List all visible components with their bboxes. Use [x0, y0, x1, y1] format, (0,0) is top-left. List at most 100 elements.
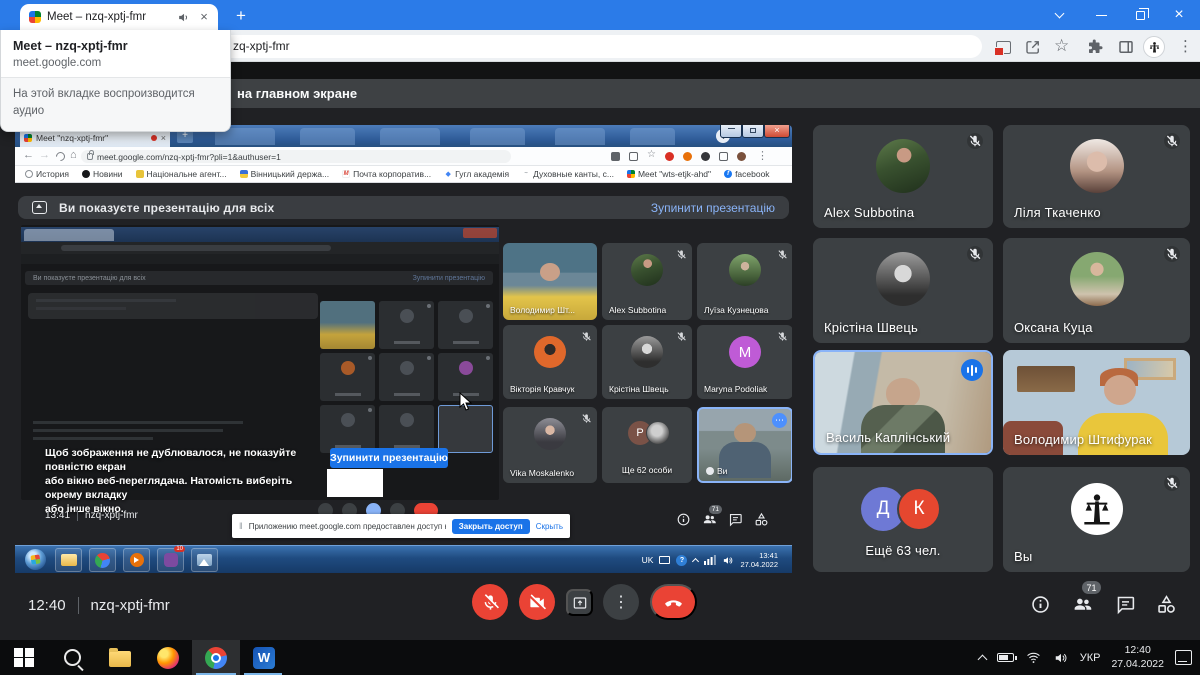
tab-close-icon[interactable]: × [196, 9, 212, 25]
shared-url-bar: meet.google.com/nzq-xptj-fmr?pli=1&authu… [81, 150, 511, 163]
participant-name: Ліля Ткаченко [1014, 205, 1101, 220]
tab-tooltip: Meet – nzq-xptj-fmr meet.google.com На э… [0, 30, 231, 132]
chat-icon[interactable] [1115, 594, 1136, 615]
window-minimize-button[interactable] [1082, 0, 1120, 30]
profile-avatar[interactable] [1143, 36, 1165, 58]
mic-toggle-button[interactable] [472, 584, 508, 620]
system-tray[interactable]: УКР 12:4027.04.2022 [979, 640, 1192, 675]
participant-tile-speaking[interactable]: Василь Каплінський [813, 350, 993, 455]
participant-name: Володимир Штифурак [1014, 432, 1152, 447]
tab-title: Meet – nzq-xptj-fmr [47, 11, 171, 23]
mic-off-icon [967, 133, 983, 149]
chrome-taskbar-icon[interactable] [192, 640, 240, 675]
side-panel-icon[interactable] [1117, 38, 1135, 56]
clock[interactable]: 12:4027.04.2022 [1111, 644, 1164, 671]
shared-tile: Луїза Кузнецова [697, 243, 792, 320]
mirroring-warning-text: Щоб зображення не дублювалося, не показу… [45, 447, 325, 517]
participant-tile[interactable]: Alex Subbotina [813, 125, 993, 228]
people-icon[interactable] [1072, 594, 1093, 615]
meeting-code: nzq-xptj-fmr [91, 597, 170, 614]
new-tab-button[interactable]: + [230, 5, 252, 27]
meet-favicon-icon [24, 134, 32, 142]
stop-presenting-link[interactable]: Зупинити презентацію [651, 201, 775, 215]
mouse-cursor [459, 392, 473, 412]
shared-tab-close-icon: × [161, 133, 166, 143]
forward-icon: → [39, 149, 50, 161]
stop-presenting-button[interactable]: Зупинити презентацію [330, 448, 448, 468]
shared-tile: M Maryna Podoliak [697, 325, 792, 399]
participant-tile[interactable]: Володимир Штифурак [1003, 350, 1190, 455]
shared-system-tray: UK ? 13:4127.04.2022 [642, 546, 778, 574]
back-icon: ← [23, 149, 34, 161]
bookmark-star-icon[interactable]: ☆ [1054, 36, 1072, 54]
speaking-indicator-icon [961, 359, 983, 381]
firefox-taskbar-icon[interactable] [144, 640, 192, 675]
participant-tile[interactable]: Оксана Куца [1003, 238, 1190, 343]
explorer-taskbar-icon[interactable] [96, 640, 144, 675]
battery-icon[interactable] [997, 653, 1014, 662]
extension-dark-icon [701, 152, 710, 161]
pause-icon: ‖ [239, 521, 243, 531]
tooltip-domain: meet.google.com [13, 57, 218, 69]
wifi-icon[interactable] [1025, 650, 1042, 665]
mic-off-icon [1164, 246, 1180, 262]
tray-chevron-icon [692, 557, 699, 564]
help-icon: ? [676, 555, 687, 566]
infobar-text: на главном экране [237, 86, 357, 101]
browser-menu-dots-icon[interactable]: ⋮ [1178, 37, 1193, 55]
activities-icon[interactable] [1156, 594, 1177, 615]
participant-name: Василь Каплінський [826, 430, 950, 445]
address-url: zq-xptj-fmr [233, 39, 290, 53]
participant-tile[interactable]: Ліля Ткаченко [1003, 125, 1190, 228]
signal-icon [704, 555, 716, 565]
shared-viber-icon: 10 [157, 548, 184, 572]
windows-taskbar: W УКР 12:4027.04.2022 [0, 640, 1200, 675]
start-button[interactable] [0, 640, 48, 675]
justice-logo-avatar [1071, 483, 1123, 535]
translate-icon [629, 152, 638, 161]
language-indicator[interactable]: УКР [1080, 652, 1101, 664]
screen-access-notification: ‖ Приложению meet.google.com предоставле… [232, 514, 570, 538]
shared-address-row: ← → ⌂ meet.google.com/nzq-xptj-fmr?pli=1… [15, 147, 792, 166]
window-menu-chevron[interactable] [1040, 0, 1078, 30]
side-panel-icon [719, 152, 728, 161]
tile-options-icon: ⋯ [772, 413, 787, 428]
tab-audio-icon [177, 11, 190, 24]
adblock-icon [665, 152, 674, 161]
hide-notification-link: Скрыть [536, 522, 563, 531]
share-icon[interactable] [1024, 38, 1042, 56]
mic-off-icon [1164, 133, 1180, 149]
self-label: Вы [1014, 549, 1032, 564]
present-button[interactable] [566, 589, 593, 616]
recursive-tile [320, 301, 375, 349]
extensions-icon[interactable] [1086, 38, 1104, 56]
volume-icon[interactable] [1053, 651, 1069, 665]
camera-toggle-button[interactable] [519, 584, 555, 620]
people-count-badge: 71 [709, 505, 722, 514]
media-icon [611, 152, 620, 161]
tray-chevron-icon[interactable] [977, 654, 987, 664]
tab-capture-icon[interactable] [996, 41, 1011, 54]
more-options-button[interactable]: ⋮ [603, 584, 639, 620]
participant-tile[interactable]: Крістіна Швець [813, 238, 993, 343]
leave-call-button[interactable] [650, 584, 697, 620]
info-icon [676, 512, 691, 527]
participant-overflow-tile[interactable]: Д К Ещё 63 чел. [813, 467, 993, 572]
info-icon[interactable] [1030, 594, 1051, 615]
window-close-button[interactable]: × [1160, 0, 1198, 30]
chat-icon [728, 512, 743, 527]
shared-url-text: meet.google.com/nzq-xptj-fmr?pli=1&authu… [97, 152, 281, 162]
extension-orange-icon [683, 152, 692, 161]
action-center-icon[interactable] [1175, 650, 1192, 665]
present-icon [32, 201, 47, 214]
self-tile[interactable]: Вы [1003, 467, 1190, 572]
browser-tab[interactable]: Meet – nzq-xptj-fmr × [20, 4, 218, 30]
meeting-status: 12:40 nzq-xptj-fmr [28, 597, 170, 614]
window-restore-button[interactable] [1121, 0, 1159, 30]
word-taskbar-icon[interactable]: W [240, 640, 288, 675]
shared-start-orb-icon [25, 549, 46, 570]
recording-dot-icon [151, 135, 157, 141]
search-button[interactable] [48, 640, 96, 675]
tooltip-audio-note: На этой вкладке воспроизводится аудио [1, 77, 230, 131]
shared-bookmarks-bar: История Новини Національне агент... Вінн… [15, 166, 792, 183]
